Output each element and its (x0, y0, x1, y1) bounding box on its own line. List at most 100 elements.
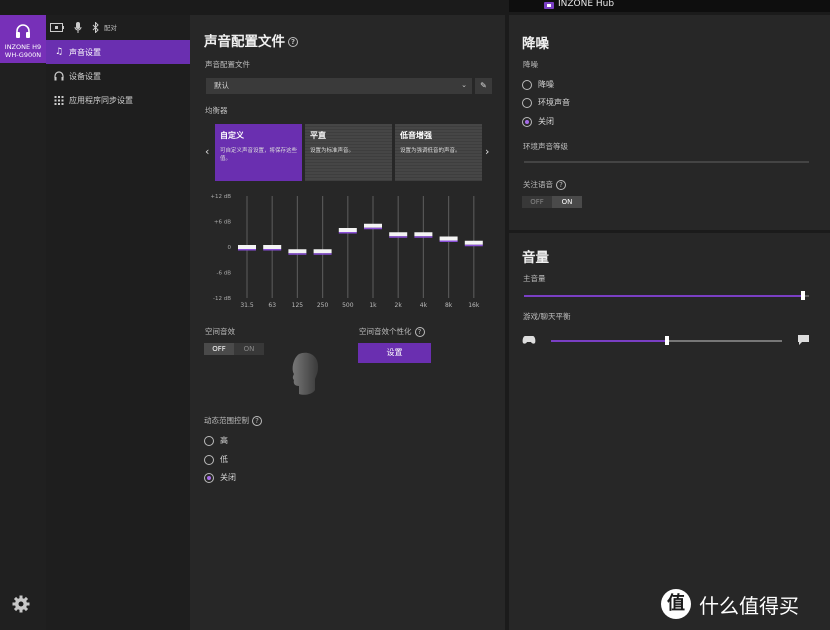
volume-title: 音量 (522, 250, 549, 266)
focus-voice-label: 关注语音? (523, 179, 566, 190)
eq-freq-label: 1k (369, 302, 377, 309)
eq-freq-label: 250 (317, 302, 329, 309)
preset-flat[interactable]: 平直 设置为标准声音。 (305, 124, 392, 181)
eq-band-handle-accent (338, 232, 357, 234)
profile-label: 声音配置文件 (205, 60, 250, 69)
ambient-level-slider[interactable] (524, 161, 809, 163)
device-tile[interactable]: INZONE H9 WH-G900N (0, 15, 46, 63)
profile-value: 默认 (214, 81, 229, 90)
chat-icon (798, 335, 809, 345)
sidebar-item-label: 应用程序同步设置 (69, 95, 133, 105)
spatial-toggle[interactable]: OFF ON (204, 343, 264, 355)
nc-title: 降噪 (522, 36, 549, 52)
focus-voice-toggle[interactable]: OFF ON (522, 196, 582, 208)
status-icons: 配对 (50, 19, 117, 35)
preset-desc: 可自定义声音设置，将保存这些值。 (220, 148, 298, 162)
balance-label: 游戏/聊天平衡 (523, 312, 571, 321)
toggle-off-option: OFF (522, 196, 552, 208)
eq-band-handle[interactable] (439, 236, 458, 241)
spatial-label: 空间音效 (205, 327, 235, 336)
nc-radio-off[interactable]: 关闭 (522, 116, 554, 127)
grid-icon (54, 95, 64, 105)
sidebar-item-sound[interactable]: ♫ 声音设置 (46, 40, 190, 64)
toggle-off-option: OFF (204, 343, 234, 355)
equalizer[interactable]: +12 dB +6 dB 0 -6 dB -12 dB 31.5 63 125 250 500 1k… (200, 188, 496, 313)
preset-custom[interactable]: 自定义 可自定义声音设置，将保存这些值。 (215, 124, 302, 181)
eq-freq-label: 2k (395, 302, 403, 309)
help-icon[interactable]: ? (556, 180, 566, 190)
chevron-right-icon[interactable]: › (485, 145, 489, 158)
eq-band-handle[interactable] (414, 232, 433, 237)
chevron-left-icon[interactable]: ‹ (205, 145, 209, 158)
eq-y-tick: +6 dB (214, 220, 231, 226)
radio-circle (522, 116, 532, 127)
toggle-on-option: ON (234, 343, 264, 355)
preset-desc: 设置为标准声音。 (310, 148, 355, 154)
music-note-icon: ♫ (54, 47, 64, 57)
gear-icon[interactable] (11, 594, 31, 614)
toggle-on-option: ON (552, 196, 582, 208)
eq-band-handle[interactable] (288, 249, 307, 254)
drc-low-radio[interactable]: 低 (204, 454, 228, 465)
help-icon[interactable]: ? (288, 37, 298, 47)
nc-radio-ambient[interactable]: 环境声音 (522, 97, 570, 108)
help-icon[interactable]: ? (414, 327, 425, 337)
headphones-icon (54, 71, 64, 81)
sidebar-item-device[interactable]: 设备设置 (46, 64, 190, 88)
eq-band-handle-accent (439, 240, 458, 242)
edit-profile-button[interactable]: ✎ (475, 78, 492, 94)
profile-dropdown[interactable]: 默认 ⌄ (206, 78, 472, 94)
device-rail (0, 63, 46, 630)
nc-mode-label: 降噪 (523, 60, 538, 69)
watermark-text: 什么值得买 (699, 593, 799, 618)
radio-circle (204, 435, 214, 446)
eq-band-handle[interactable] (389, 232, 408, 237)
eq-band-handle-accent (464, 244, 483, 247)
microphone-icon (74, 21, 82, 33)
preset-bass-boost[interactable]: 低音增强 设置为强调低音的声音。 (395, 124, 482, 181)
eq-band-handle[interactable] (338, 228, 357, 232)
eq-band-handle-accent (263, 249, 282, 251)
eq-band-handle[interactable] (364, 223, 382, 228)
radio-circle (204, 472, 214, 483)
eq-band-handle-accent (288, 253, 307, 255)
pencil-icon: ✎ (480, 81, 487, 90)
pair-label[interactable]: 配对 (104, 22, 117, 32)
nc-radio-anc[interactable]: 降噪 (522, 79, 554, 90)
balance-fill (551, 340, 667, 342)
balance-knob[interactable] (664, 336, 669, 345)
eq-freq-label: 500 (342, 302, 354, 309)
eq-band-handle[interactable] (263, 245, 282, 249)
radio-circle (522, 79, 532, 90)
battery-icon (50, 22, 64, 32)
eq-y-tick: +12 dB (210, 194, 231, 200)
eq-y-tick: -12 dB (213, 296, 231, 302)
preset-title: 低音增强 (400, 131, 432, 140)
eq-band-handle-accent (414, 236, 433, 238)
eq-band-handle[interactable] (464, 240, 483, 245)
eq-y-tick: 0 (228, 245, 232, 251)
preset-desc: 设置为强调低音的声音。 (400, 148, 461, 154)
eq-freq-label: 4k (420, 302, 428, 309)
personalize-button[interactable]: 设置 (358, 343, 431, 363)
eq-band-handle-accent (389, 236, 408, 238)
headphones-icon (16, 24, 30, 38)
master-volume-knob[interactable] (801, 291, 806, 300)
drc-off-radio[interactable]: 关闭 (204, 472, 236, 483)
eq-freq-label: 8k (445, 302, 453, 309)
eq-band-handle-accent (313, 253, 332, 255)
drc-high-radio[interactable]: 高 (204, 435, 228, 446)
eq-label: 均衡器 (205, 106, 228, 115)
eq-y-tick: -6 dB (217, 271, 232, 277)
sidebar-item-sync[interactable]: 应用程序同步设置 (46, 88, 190, 112)
preset-title: 平直 (310, 131, 326, 140)
device-name: INZONE H9 (4, 43, 42, 51)
page-title: 声音配置文件? (204, 30, 298, 50)
eq-band-handle[interactable] (238, 245, 256, 249)
help-icon[interactable]: ? (252, 416, 262, 426)
eq-band-handle[interactable] (313, 249, 332, 254)
head-illustration (292, 352, 319, 395)
eq-band-handle-accent (364, 227, 382, 230)
drc-label: 动态范围控制? (204, 415, 262, 426)
eq-band-handle-accent (238, 249, 256, 251)
